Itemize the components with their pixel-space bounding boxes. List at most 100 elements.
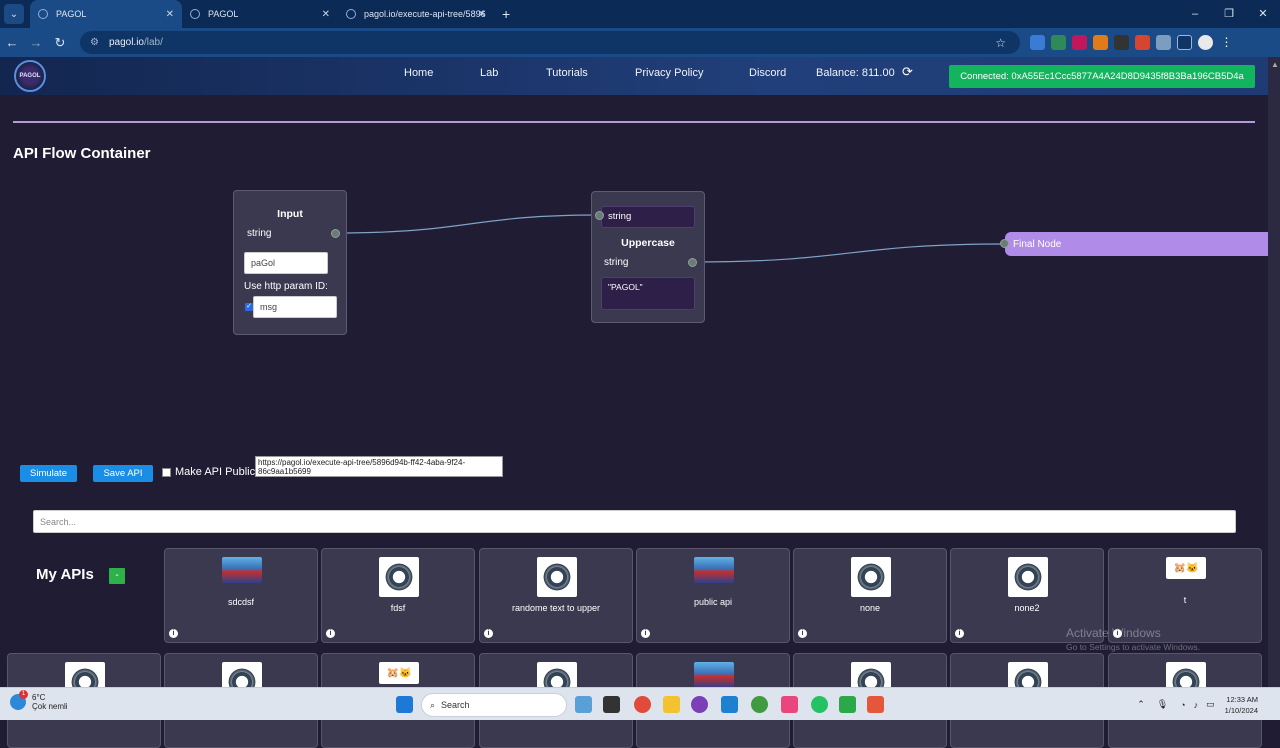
- info-icon[interactable]: i: [955, 629, 964, 638]
- http-param-id-field[interactable]: msg: [253, 296, 337, 318]
- api-card[interactable]: fdsf i: [321, 548, 475, 643]
- nav-discord[interactable]: Discord: [749, 67, 786, 79]
- file-explorer-icon[interactable]: [663, 696, 680, 713]
- nav-lab[interactable]: Lab: [480, 67, 498, 79]
- window-controls: – ❐ ✕: [1178, 0, 1280, 28]
- camtasia-icon[interactable]: [839, 696, 856, 713]
- nav-tutorials[interactable]: Tutorials: [546, 67, 588, 79]
- final-node-input-port[interactable]: [1000, 239, 1009, 248]
- http-param-checkbox[interactable]: ✓: [245, 303, 253, 311]
- dark-extension-icon[interactable]: [1114, 35, 1129, 50]
- info-icon[interactable]: i: [798, 629, 807, 638]
- api-card-name: t: [1183, 595, 1187, 605]
- api-card-name: sdcdsf: [227, 597, 254, 607]
- browser-menu-icon[interactable]: ⋮: [1219, 35, 1234, 50]
- pdf-extension-icon[interactable]: [1135, 35, 1150, 50]
- input-node[interactable]: Input string paGol Use http param ID: ✓ …: [233, 190, 347, 335]
- api-card-name: none2: [1014, 603, 1040, 613]
- api-card[interactable]: randome text to upper i: [479, 548, 633, 643]
- info-icon[interactable]: i: [169, 629, 178, 638]
- battery-icon[interactable]: ▭: [1206, 699, 1215, 710]
- simulate-button[interactable]: Simulate: [20, 465, 77, 482]
- nav-privacy-policy[interactable]: Privacy Policy: [635, 67, 703, 79]
- pagol-logo[interactable]: PAGOL: [14, 60, 46, 92]
- wifi-icon[interactable]: ◔: [1180, 700, 1185, 710]
- mongodb-icon[interactable]: [751, 696, 768, 713]
- vscode-icon[interactable]: [721, 696, 738, 713]
- puzzle-extensions-icon[interactable]: [1156, 35, 1171, 50]
- watermark-line-1: Activate Windows: [1066, 626, 1161, 640]
- taskbar-search[interactable]: ⌕ Search: [421, 693, 567, 717]
- close-tab-icon[interactable]: ✕: [478, 9, 486, 20]
- uppercase-output-port[interactable]: [688, 258, 697, 267]
- watermark-line-2: Go to Settings to activate Windows.: [1066, 642, 1201, 652]
- browser-tab-1[interactable]: PAGOL ✕: [30, 0, 182, 28]
- browser-tab-2[interactable]: PAGOL ✕: [182, 0, 338, 28]
- task-view-icon[interactable]: [603, 696, 620, 713]
- close-tab-icon[interactable]: ✕: [166, 9, 174, 20]
- make-public-checkbox[interactable]: [162, 468, 171, 477]
- refresh-balance-icon[interactable]: ⟳: [902, 64, 913, 80]
- input-output-port[interactable]: [331, 229, 340, 238]
- metamask-extension-icon[interactable]: [1093, 35, 1108, 50]
- windows-taskbar: 1 6°C Çok nemli ⌕ Search ⌃ 🎙 ◔ ♪ ▭ 12:33…: [0, 687, 1280, 720]
- chrome-icon[interactable]: [634, 696, 651, 713]
- forward-arrow-icon[interactable]: →: [24, 35, 48, 50]
- slack-icon[interactable]: [781, 696, 798, 713]
- uppercase-node[interactable]: string Uppercase string "PAGOL": [591, 191, 705, 323]
- weather-widget[interactable]: 1 6°C Çok nemli: [10, 690, 68, 711]
- wallet-connected-badge[interactable]: Connected: 0xA55Ec1Ccc5877A4A24D8D9435f8…: [949, 65, 1255, 88]
- back-arrow-icon[interactable]: ←: [0, 35, 24, 50]
- coupon-extension-icon[interactable]: [1072, 35, 1087, 50]
- save-api-button[interactable]: Save API: [93, 465, 153, 482]
- uppercase-input-port[interactable]: [595, 211, 604, 220]
- input-value-field[interactable]: paGol: [244, 252, 328, 274]
- profile-avatar-icon[interactable]: [1198, 35, 1213, 50]
- scroll-up-arrow-icon[interactable]: ▲: [1271, 60, 1279, 72]
- close-tab-icon[interactable]: ✕: [322, 9, 330, 20]
- chevron-up-icon[interactable]: ⌃: [1137, 699, 1145, 710]
- api-url-field[interactable]: https://pagol.io/execute-api-tree/5896d9…: [255, 456, 503, 477]
- nav-home[interactable]: Home: [404, 67, 433, 79]
- api-card[interactable]: none i: [793, 548, 947, 643]
- translate-extension-icon[interactable]: [1030, 35, 1045, 50]
- volume-icon[interactable]: ♪: [1194, 700, 1199, 710]
- reload-icon[interactable]: ↻: [48, 35, 72, 51]
- sidebar-panel-icon[interactable]: [1177, 35, 1192, 50]
- site-info-icon[interactable]: ⚙: [90, 37, 99, 48]
- podcast-app-icon[interactable]: [691, 696, 708, 713]
- info-icon[interactable]: i: [641, 629, 650, 638]
- new-tab-button[interactable]: +: [502, 6, 510, 22]
- system-tray: ⌃ 🎙 ◔ ♪ ▭ 12:33 AM 1/10/2024: [1137, 688, 1280, 721]
- drive-extension-icon[interactable]: [1051, 35, 1066, 50]
- api-card[interactable]: public api i: [636, 548, 790, 643]
- weather-icon: 1: [10, 690, 28, 710]
- address-bar[interactable]: ⚙ pagol.io/lab/ ☆: [80, 31, 1020, 54]
- collapse-apis-button[interactable]: -: [109, 568, 125, 584]
- edge-uppercase-to-final: [692, 243, 1006, 263]
- info-icon[interactable]: i: [484, 629, 493, 638]
- section-divider: [13, 121, 1255, 123]
- api-search-input[interactable]: Search...: [33, 510, 1236, 533]
- minimize-button[interactable]: –: [1178, 0, 1212, 28]
- microphone-icon[interactable]: 🎙: [1157, 699, 1168, 710]
- browser-tab-3[interactable]: pagol.io/execute-api-tree/5896 ✕: [338, 0, 494, 28]
- whatsapp-icon[interactable]: [811, 696, 828, 713]
- final-node[interactable]: Final Node: [1005, 232, 1268, 256]
- browser-toolbar: ← → ↻ ⚙ pagol.io/lab/ ☆ ⋮: [0, 28, 1280, 57]
- tab-title: pagol.io/execute-api-tree/5896: [364, 9, 486, 19]
- api-thumbnail-gear-icon: [379, 557, 419, 597]
- clock[interactable]: 12:33 AM 1/10/2024: [1225, 694, 1258, 716]
- tab-search-chevron-icon[interactable]: ⌄: [4, 4, 24, 24]
- uppercase-output-value[interactable]: "PAGOL": [601, 277, 695, 310]
- uppercase-output-type: string: [604, 257, 629, 268]
- bookmark-star-icon[interactable]: ☆: [995, 36, 1006, 50]
- api-card[interactable]: sdcdsf i: [164, 548, 318, 643]
- close-window-button[interactable]: ✕: [1246, 0, 1280, 28]
- page-scrollbar[interactable]: [1268, 57, 1280, 687]
- windows-start-icon[interactable]: [396, 696, 413, 713]
- info-icon[interactable]: i: [326, 629, 335, 638]
- maximize-button[interactable]: ❐: [1212, 0, 1246, 28]
- copilot-icon[interactable]: [575, 696, 592, 713]
- recorder-icon[interactable]: [867, 696, 884, 713]
